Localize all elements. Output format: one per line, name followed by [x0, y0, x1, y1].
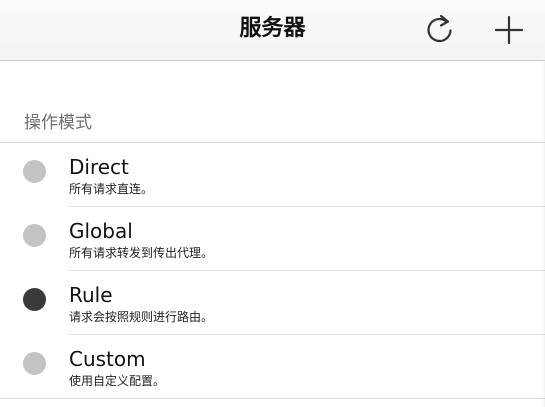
mode-title: Rule — [69, 283, 113, 307]
mode-subtitle: 使用自定义配置。 — [69, 374, 166, 388]
refresh-icon — [427, 14, 452, 43]
mode-title: Global — [69, 219, 133, 243]
mode-title: Direct — [69, 155, 129, 179]
navigation-bar: 服务器 — [0, 0, 545, 61]
add-server-button[interactable] — [489, 10, 529, 50]
refresh-button[interactable] — [420, 10, 460, 50]
page-title: 服务器 — [239, 16, 306, 41]
radio-indicator — [23, 160, 46, 183]
radio-indicator-selected — [23, 288, 46, 311]
mode-item-custom[interactable]: Custom 使用自定义配置。 — [0, 335, 545, 399]
mode-subtitle: 所有请求转发到传出代理。 — [69, 246, 214, 260]
mode-title: Custom — [69, 347, 146, 371]
section-header: 操作模式 — [24, 113, 92, 133]
mode-item-global[interactable]: Global 所有请求转发到传出代理。 — [23, 207, 545, 271]
mode-item-rule[interactable]: Rule 请求会按照规则进行路由。 — [23, 271, 545, 335]
radio-indicator — [23, 224, 46, 247]
mode-item-direct[interactable]: Direct 所有请求直连。 — [23, 143, 545, 207]
plus-icon — [494, 15, 524, 45]
mode-list: Direct 所有请求直连。 Global 所有请求转发到传出代理。 Rule … — [0, 143, 545, 399]
mode-subtitle: 请求会按照规则进行路由。 — [69, 310, 214, 324]
radio-indicator — [23, 352, 46, 375]
mode-subtitle: 所有请求直连。 — [69, 182, 154, 196]
